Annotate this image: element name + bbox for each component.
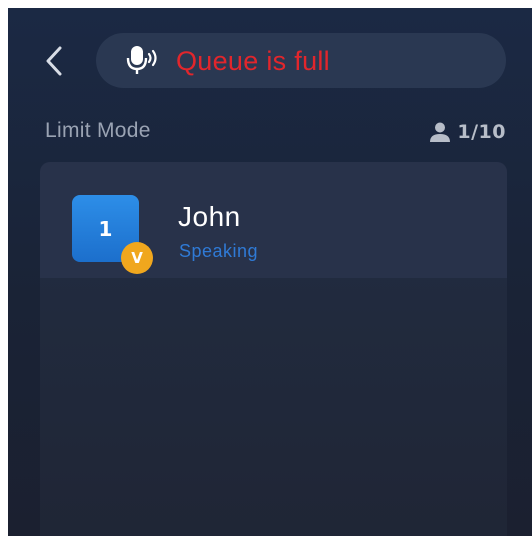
queue-status-bar: Queue is full	[96, 33, 506, 88]
queue-count: 1/10	[429, 119, 506, 145]
microphone-speaking-icon	[126, 46, 157, 74]
speaker-status: Speaking	[179, 241, 259, 261]
seat-number: 1	[98, 216, 113, 241]
speaker-list: 1 V John Speaking	[40, 162, 507, 536]
chevron-left-icon	[46, 46, 62, 76]
user-icon	[430, 122, 451, 142]
queue-mode-label: Limit Mode	[45, 119, 151, 142]
speaker-name: John	[178, 201, 241, 232]
queue-status-text: Queue is full	[176, 46, 330, 76]
app-screen: Queue is full Limit Mode 1/10 1 V John S…	[8, 8, 532, 536]
vip-badge: V	[121, 242, 153, 274]
queue-count-text: 1/10	[457, 121, 506, 143]
speaker-list-item[interactable]: 1 V John Speaking	[40, 162, 507, 278]
back-button[interactable]	[40, 44, 68, 78]
